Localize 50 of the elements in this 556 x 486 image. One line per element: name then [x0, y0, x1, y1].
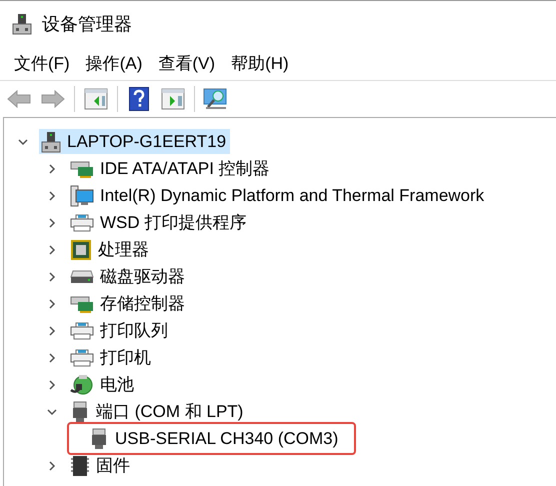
tree-item[interactable]: 端口 (COM 和 LPT)	[68, 399, 248, 424]
tree-item-label: 固件	[96, 455, 130, 477]
help-icon	[129, 87, 149, 111]
menu-item[interactable]: 操作(A)	[78, 52, 150, 74]
pane-icon	[84, 88, 108, 110]
connector-icon	[41, 130, 61, 152]
chip-icon	[70, 454, 90, 476]
tree-item-label: 打印队列	[100, 320, 168, 342]
expansion-card-icon	[70, 294, 94, 314]
tree-item-label: 电池	[100, 374, 134, 396]
tree-item[interactable]: LAPTOP-G1EERT19	[39, 129, 230, 154]
tree-item-label: IDE ATA/ATAPI 控制器	[100, 158, 270, 180]
tree-item-label: 存储控制器	[100, 293, 185, 315]
pane-icon	[161, 88, 185, 110]
tree-item[interactable]: Intel(R) Dynamic Platform and Thermal Framework	[68, 183, 488, 208]
tree-item-label: Intel(R) Dynamic Platform and Thermal Framework	[100, 186, 484, 206]
printer-icon	[70, 348, 94, 366]
connector-icon	[70, 400, 90, 422]
tree-item-label: LAPTOP-G1EERT19	[67, 132, 226, 152]
expansion-card-icon	[70, 158, 94, 178]
connector-icon	[12, 12, 32, 34]
computer-monitor-icon	[70, 184, 94, 206]
printer-icon	[70, 322, 94, 340]
tree-item[interactable]: 固件	[68, 453, 134, 478]
menu-item[interactable]: 查看(V)	[150, 52, 224, 74]
connector-icon	[89, 428, 109, 450]
tree-item-label: 端口 (COM 和 LPT)	[96, 401, 244, 423]
tree-item[interactable]: IDE ATA/ATAPI 控制器	[68, 156, 274, 181]
tree-item-label: 处理器	[98, 239, 149, 261]
tree-item[interactable]: 打印队列	[68, 318, 172, 343]
tree-item[interactable]: 处理器	[68, 237, 153, 262]
tree-item[interactable]: 磁盘驱动器	[68, 264, 189, 289]
tree-item[interactable]: WSD 打印提供程序	[68, 210, 250, 235]
battery-plug-icon	[70, 374, 94, 396]
disk-drive-icon	[70, 270, 94, 284]
printer-icon	[70, 214, 94, 232]
tree-item[interactable]: 存储控制器	[68, 291, 189, 316]
tree-item-label: 磁盘驱动器	[100, 266, 185, 288]
back-arrow-icon	[7, 90, 31, 108]
tree-item-label: USB-SERIAL CH340 (COM3)	[115, 428, 338, 448]
processor-icon	[70, 238, 92, 260]
tree-item[interactable]: 电池	[68, 372, 138, 397]
window-title: 设备管理器	[42, 12, 132, 36]
tree-item-label: 打印机	[100, 347, 151, 369]
forward-arrow-icon	[41, 90, 65, 108]
tree-item-label: WSD 打印提供程序	[100, 212, 246, 234]
menu-item[interactable]: 文件(F)	[6, 52, 78, 74]
monitor-search-icon	[203, 87, 229, 111]
tree-item[interactable]: 打印机	[68, 345, 155, 370]
menu-item[interactable]: 帮助(H)	[223, 52, 297, 74]
